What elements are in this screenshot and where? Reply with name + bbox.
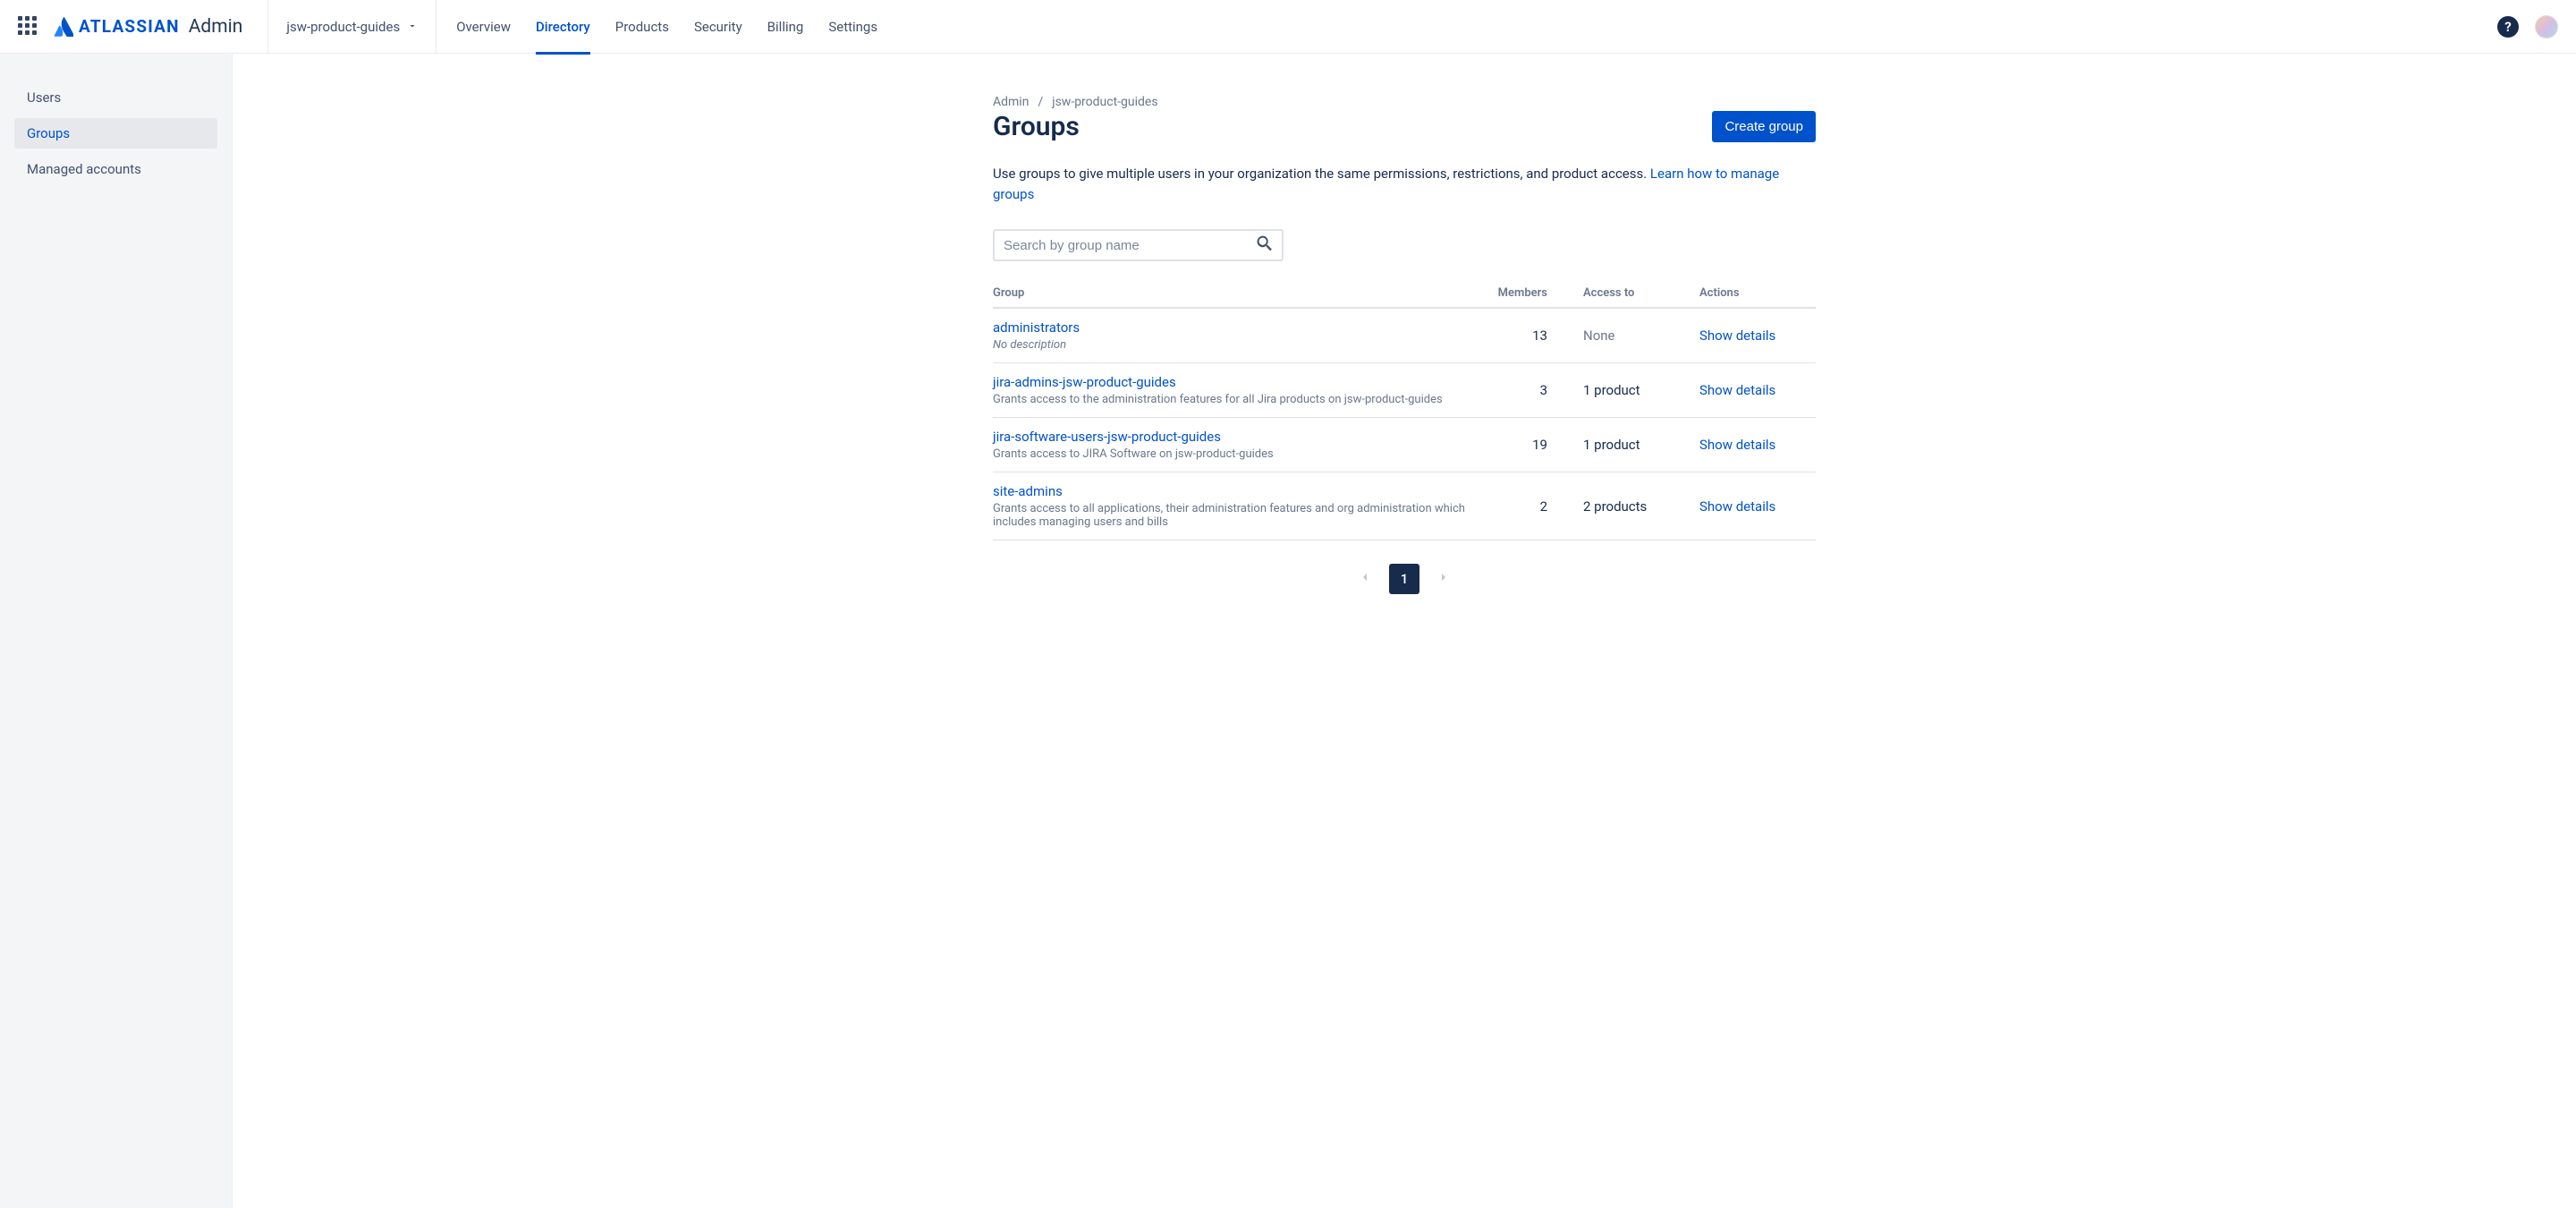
th-members: Members: [1476, 286, 1583, 308]
group-description: No description: [993, 338, 1467, 352]
sidebar: Users Groups Managed accounts: [0, 54, 233, 1208]
search-icon[interactable]: [1255, 234, 1275, 257]
chevron-down-icon: [407, 19, 418, 35]
chevron-left-icon: [1358, 570, 1372, 588]
th-access: Access to: [1583, 286, 1699, 308]
group-name-link[interactable]: administrators: [993, 319, 1467, 336]
nav-overview[interactable]: Overview: [456, 0, 511, 54]
cell-actions: Show details: [1699, 363, 1816, 418]
sidebar-item-managed-accounts[interactable]: Managed accounts: [14, 154, 217, 184]
show-details-link[interactable]: Show details: [1699, 498, 1775, 515]
help-icon[interactable]: ?: [2497, 16, 2519, 38]
org-switcher[interactable]: jsw-product-guides: [267, 0, 436, 54]
nav-billing[interactable]: Billing: [767, 0, 804, 54]
table-row: jira-software-users-jsw-product-guides Gr…: [993, 418, 1816, 472]
cell-actions: Show details: [1699, 418, 1816, 472]
app-switcher-icon[interactable]: [18, 16, 39, 38]
nav-security[interactable]: Security: [694, 0, 742, 54]
group-description: Grants access to JIRA Software on jsw-pr…: [993, 447, 1467, 461]
show-details-link[interactable]: Show details: [1699, 437, 1775, 453]
cell-actions: Show details: [1699, 472, 1816, 540]
cell-access: None: [1583, 308, 1699, 363]
nav-directory[interactable]: Directory: [536, 0, 590, 54]
cell-members: 2: [1476, 472, 1583, 540]
breadcrumb: Admin / jsw-product-guides: [993, 95, 1816, 109]
group-name-link[interactable]: site-admins: [993, 483, 1467, 499]
main-content: Admin / jsw-product-guides Groups Create…: [233, 54, 2576, 1208]
th-group: Group: [993, 286, 1476, 308]
search-input[interactable]: [1004, 238, 1255, 253]
primary-nav: Overview Directory Products Security Bil…: [456, 0, 877, 54]
breadcrumb-separator: /: [1038, 95, 1043, 109]
th-actions: Actions: [1699, 286, 1816, 308]
nav-settings[interactable]: Settings: [828, 0, 877, 54]
page-title: Groups: [993, 111, 1080, 142]
org-switcher-label: jsw-product-guides: [286, 19, 400, 35]
pagination-page-1[interactable]: 1: [1389, 564, 1419, 594]
pagination-next[interactable]: [1428, 564, 1459, 594]
top-nav: ATLASSIAN Admin jsw-product-guides Overv…: [0, 0, 2576, 54]
table-row: jira-admins-jsw-product-guides Grants acc…: [993, 363, 1816, 418]
avatar[interactable]: [2535, 15, 2558, 38]
search-box: [993, 229, 1284, 261]
nav-products[interactable]: Products: [615, 0, 669, 54]
brand[interactable]: ATLASSIAN Admin: [54, 16, 242, 38]
page-description-text: Use groups to give multiple users in you…: [993, 166, 1650, 182]
table-row: site-admins Grants access to all applicat…: [993, 472, 1816, 540]
pagination: 1: [993, 564, 1816, 594]
cell-members: 19: [1476, 418, 1583, 472]
cell-members: 3: [1476, 363, 1583, 418]
group-name-link[interactable]: jira-software-users-jsw-product-guides: [993, 429, 1467, 445]
cell-access: 1 product: [1583, 418, 1699, 472]
cell-group: jira-software-users-jsw-product-guides Gr…: [993, 418, 1476, 472]
cell-group: administrators No description: [993, 308, 1476, 363]
atlassian-logo-icon: [54, 17, 73, 37]
show-details-link[interactable]: Show details: [1699, 328, 1775, 344]
cell-group: jira-admins-jsw-product-guides Grants acc…: [993, 363, 1476, 418]
cell-group: site-admins Grants access to all applicat…: [993, 472, 1476, 540]
cell-actions: Show details: [1699, 308, 1816, 363]
create-group-button[interactable]: Create group: [1712, 111, 1816, 142]
breadcrumb-admin[interactable]: Admin: [993, 95, 1029, 109]
table-row: administrators No description 13NoneShow d…: [993, 308, 1816, 363]
sidebar-item-groups[interactable]: Groups: [14, 118, 217, 149]
brand-suffix: Admin: [189, 16, 243, 38]
chevron-right-icon: [1436, 570, 1451, 588]
brand-name: ATLASSIAN: [79, 16, 180, 37]
show-details-link[interactable]: Show details: [1699, 382, 1775, 398]
sidebar-item-users[interactable]: Users: [14, 82, 217, 113]
breadcrumb-org[interactable]: jsw-product-guides: [1052, 95, 1157, 109]
page-description: Use groups to give multiple users in you…: [993, 164, 1816, 204]
cell-access: 1 product: [1583, 363, 1699, 418]
pagination-prev[interactable]: [1350, 564, 1380, 594]
group-description: Grants access to all applications, their…: [993, 502, 1467, 529]
cell-access: 2 products: [1583, 472, 1699, 540]
group-description: Grants access to the administration feat…: [993, 393, 1467, 406]
cell-members: 13: [1476, 308, 1583, 363]
groups-table: Group Members Access to Actions administ…: [993, 286, 1816, 540]
group-name-link[interactable]: jira-admins-jsw-product-guides: [993, 374, 1467, 390]
